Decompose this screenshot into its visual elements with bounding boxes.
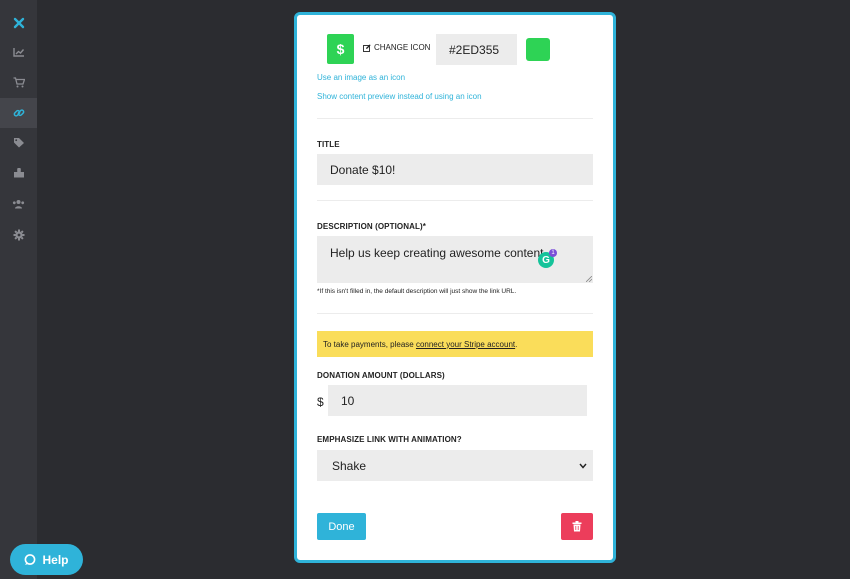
animation-select[interactable]: Shake: [317, 450, 593, 481]
resize-grip-icon[interactable]: [586, 276, 592, 282]
change-icon-button[interactable]: CHANGE ICON: [363, 43, 430, 52]
use-image-icon-link[interactable]: Use an image as an icon: [317, 73, 405, 82]
chat-bubble-icon: [25, 553, 36, 565]
analytics-chart-icon[interactable]: [0, 37, 37, 67]
users-icon[interactable]: [0, 189, 37, 219]
grammarly-count-badge: 1: [549, 249, 557, 257]
title-label: TITLE: [317, 140, 340, 149]
animation-label: EMPHASIZE LINK WITH ANIMATION?: [317, 435, 462, 444]
divider: [317, 200, 593, 201]
color-swatch[interactable]: [526, 38, 550, 61]
link-icon-preview[interactable]: $: [327, 34, 354, 64]
divider: [317, 313, 593, 314]
link-editor-modal: $ CHANGE ICON Use an image as an icon Sh…: [294, 12, 616, 563]
help-label: Help: [42, 552, 69, 567]
chevron-down-icon: [579, 463, 587, 469]
gear-icon[interactable]: [0, 220, 37, 250]
currency-symbol: $: [317, 395, 324, 409]
stripe-notice: To take payments, please connect your St…: [317, 331, 593, 357]
notice-prefix: To take payments, please: [323, 339, 414, 349]
close-x-icon[interactable]: [0, 8, 37, 38]
description-hint: *If this isn't filled in, the default de…: [317, 288, 517, 295]
help-button[interactable]: Help: [10, 544, 83, 575]
description-label: DESCRIPTION (OPTIONAL)*: [317, 222, 426, 231]
title-input[interactable]: [317, 154, 593, 185]
donation-amount-input[interactable]: [328, 385, 587, 416]
content-preview-link[interactable]: Show content preview instead of using an…: [317, 92, 482, 101]
tags-icon[interactable]: [0, 127, 37, 157]
animation-selected-value: Shake: [332, 458, 367, 473]
change-icon-label: CHANGE ICON: [374, 43, 431, 52]
edit-icon: [363, 43, 371, 52]
notice-suffix: .: [515, 339, 518, 349]
divider: [317, 118, 593, 119]
donation-amount-label: DONATION AMOUNT (DOLLARS): [317, 371, 445, 380]
delete-button[interactable]: [561, 513, 593, 540]
cart-icon[interactable]: [0, 67, 37, 97]
color-hex-input[interactable]: [436, 34, 517, 65]
sidebar: [0, 0, 37, 579]
link-icon[interactable]: [0, 98, 37, 128]
description-text: Help us keep creating awesome content.: [330, 246, 547, 260]
connect-stripe-link[interactable]: connect your Stripe account: [416, 340, 515, 349]
puzzle-icon[interactable]: [0, 157, 37, 187]
trash-icon: [572, 521, 582, 532]
done-button[interactable]: Done: [317, 513, 366, 540]
